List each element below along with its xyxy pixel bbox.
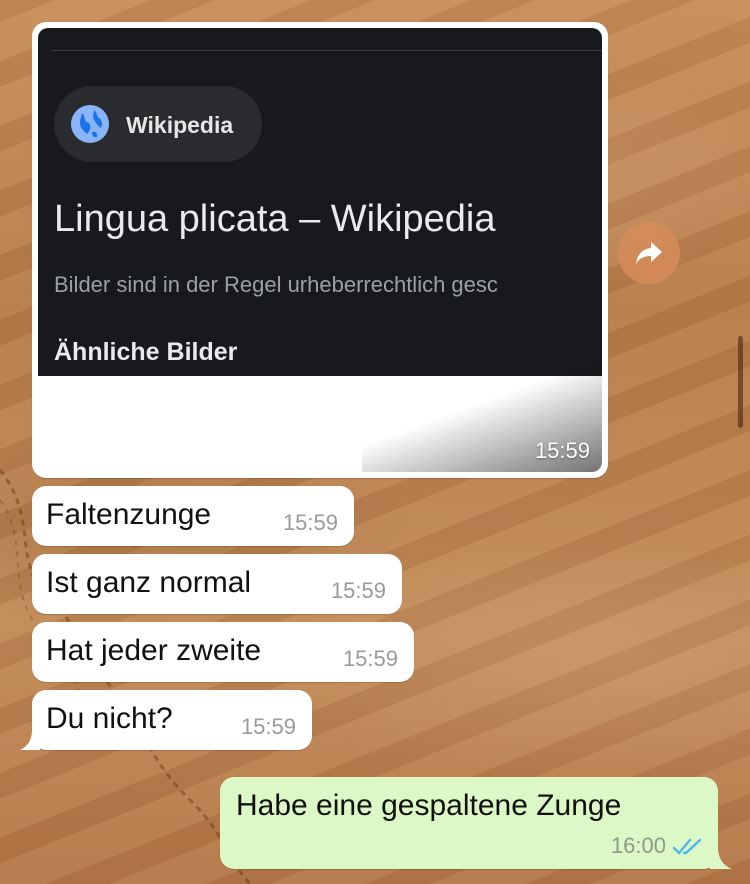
scrollbar[interactable] — [738, 336, 743, 428]
double-check-icon — [672, 838, 702, 855]
forward-arrow-icon — [636, 242, 662, 264]
message-text: Faltenzunge — [46, 498, 212, 531]
incoming-message[interactable]: Ist ganz normal 15:59 — [32, 554, 402, 614]
message-time: 15:59 — [240, 714, 296, 739]
message-text: Ist ganz normal — [46, 566, 252, 599]
message-time: 15:59 — [330, 578, 386, 603]
result-snippet: Bilder sind in der Regel urheberrechtlic… — [54, 272, 498, 297]
message-text: Hat jeder zweite — [46, 634, 262, 667]
message-time: 15:59 — [342, 646, 398, 671]
message-time: 15:59 — [282, 510, 338, 535]
incoming-message[interactable]: Hat jeder zweite 15:59 — [32, 622, 414, 682]
outgoing-message[interactable]: Habe eine gespaltene Zunge 16:00 — [220, 777, 732, 869]
divider — [52, 50, 602, 51]
globe-icon — [71, 105, 109, 143]
shared-screenshot-image[interactable]: Wikipedia Lingua plicata – Wikipedia Bil… — [38, 28, 602, 472]
source-label: Wikipedia — [126, 112, 234, 138]
similar-images-label: Ähnliche Bilder — [54, 338, 238, 366]
message-text: Du nicht? — [46, 702, 173, 735]
message-time: 15:59 — [534, 438, 590, 463]
search-result-panel: Wikipedia Lingua plicata – Wikipedia Bil… — [38, 28, 602, 376]
forward-button[interactable] — [618, 222, 680, 284]
bubble-tail — [710, 847, 732, 869]
incoming-message[interactable]: Faltenzunge 15:59 — [32, 486, 354, 546]
source-chip: Wikipedia — [54, 86, 262, 162]
message-text: Habe eine gespaltene Zunge — [236, 789, 622, 822]
bubble-tail — [20, 730, 40, 750]
incoming-message[interactable]: Du nicht? 15:59 — [20, 690, 312, 750]
result-title: Lingua plicata – Wikipedia — [54, 198, 496, 240]
message-time: 16:00 — [610, 833, 666, 858]
media-message-bubble[interactable]: Wikipedia Lingua plicata – Wikipedia Bil… — [32, 22, 608, 478]
